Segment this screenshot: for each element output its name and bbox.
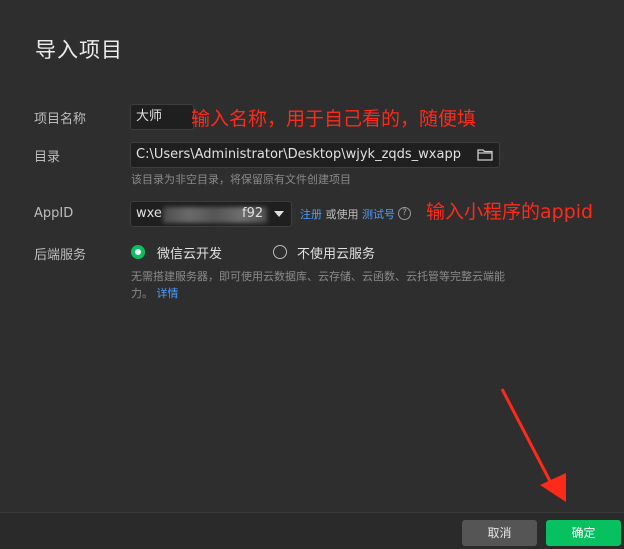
question-circle-icon[interactable]: ?	[398, 207, 411, 220]
no-cloud-label[interactable]: 不使用云服务	[297, 243, 375, 262]
name-annotation: 输入名称，用于自己看的，随便填	[191, 108, 477, 130]
red-arrow-annotation	[500, 388, 566, 502]
cloud-dev-radio[interactable]	[131, 245, 145, 259]
directory-input[interactable]: C:\Users\Administrator\Desktop\wjyk_zqds…	[130, 142, 500, 168]
appid-suffix: f92	[242, 206, 264, 221]
cancel-button[interactable]: 取消	[462, 520, 537, 546]
appid-prefix: wxe	[136, 206, 162, 221]
caret-down-icon	[274, 211, 284, 217]
appid-actions: 注册 或使用 测试号	[300, 206, 395, 222]
project-name-label: 项目名称	[34, 112, 87, 127]
dialog-title: 导入项目	[35, 38, 123, 62]
cloud-dev-label[interactable]: 微信云开发	[157, 243, 222, 262]
register-link[interactable]: 注册	[300, 208, 322, 221]
confirm-button[interactable]: 确定	[546, 520, 621, 546]
cloud-detail-link[interactable]: 详情	[157, 287, 179, 300]
or-use-text: 或使用	[325, 208, 359, 221]
backend-label: 后端服务	[34, 248, 87, 263]
no-cloud-radio[interactable]	[273, 245, 287, 259]
test-id-link[interactable]: 测试号	[362, 208, 395, 221]
directory-hint: 该目录为非空目录，将保留原有文件创建项目	[131, 173, 351, 186]
appid-label: AppID	[34, 206, 74, 221]
appid-annotation: 输入小程序的appid	[426, 201, 594, 223]
directory-path: C:\Users\Administrator\Desktop\wjyk_zqds…	[136, 147, 461, 162]
cloud-hint-text: 无需搭建服务器，即可使用云数据库、云存储、云函数、云托管等完整云端能力。	[131, 270, 505, 300]
appid-select[interactable]: wxe f92	[130, 201, 292, 227]
project-name-input[interactable]: 大师	[130, 104, 194, 130]
cloud-hint: 无需搭建服务器，即可使用云数据库、云存储、云函数、云托管等完整云端能力。 详情	[131, 268, 511, 302]
directory-label: 目录	[34, 150, 61, 165]
folder-icon[interactable]	[476, 147, 494, 163]
